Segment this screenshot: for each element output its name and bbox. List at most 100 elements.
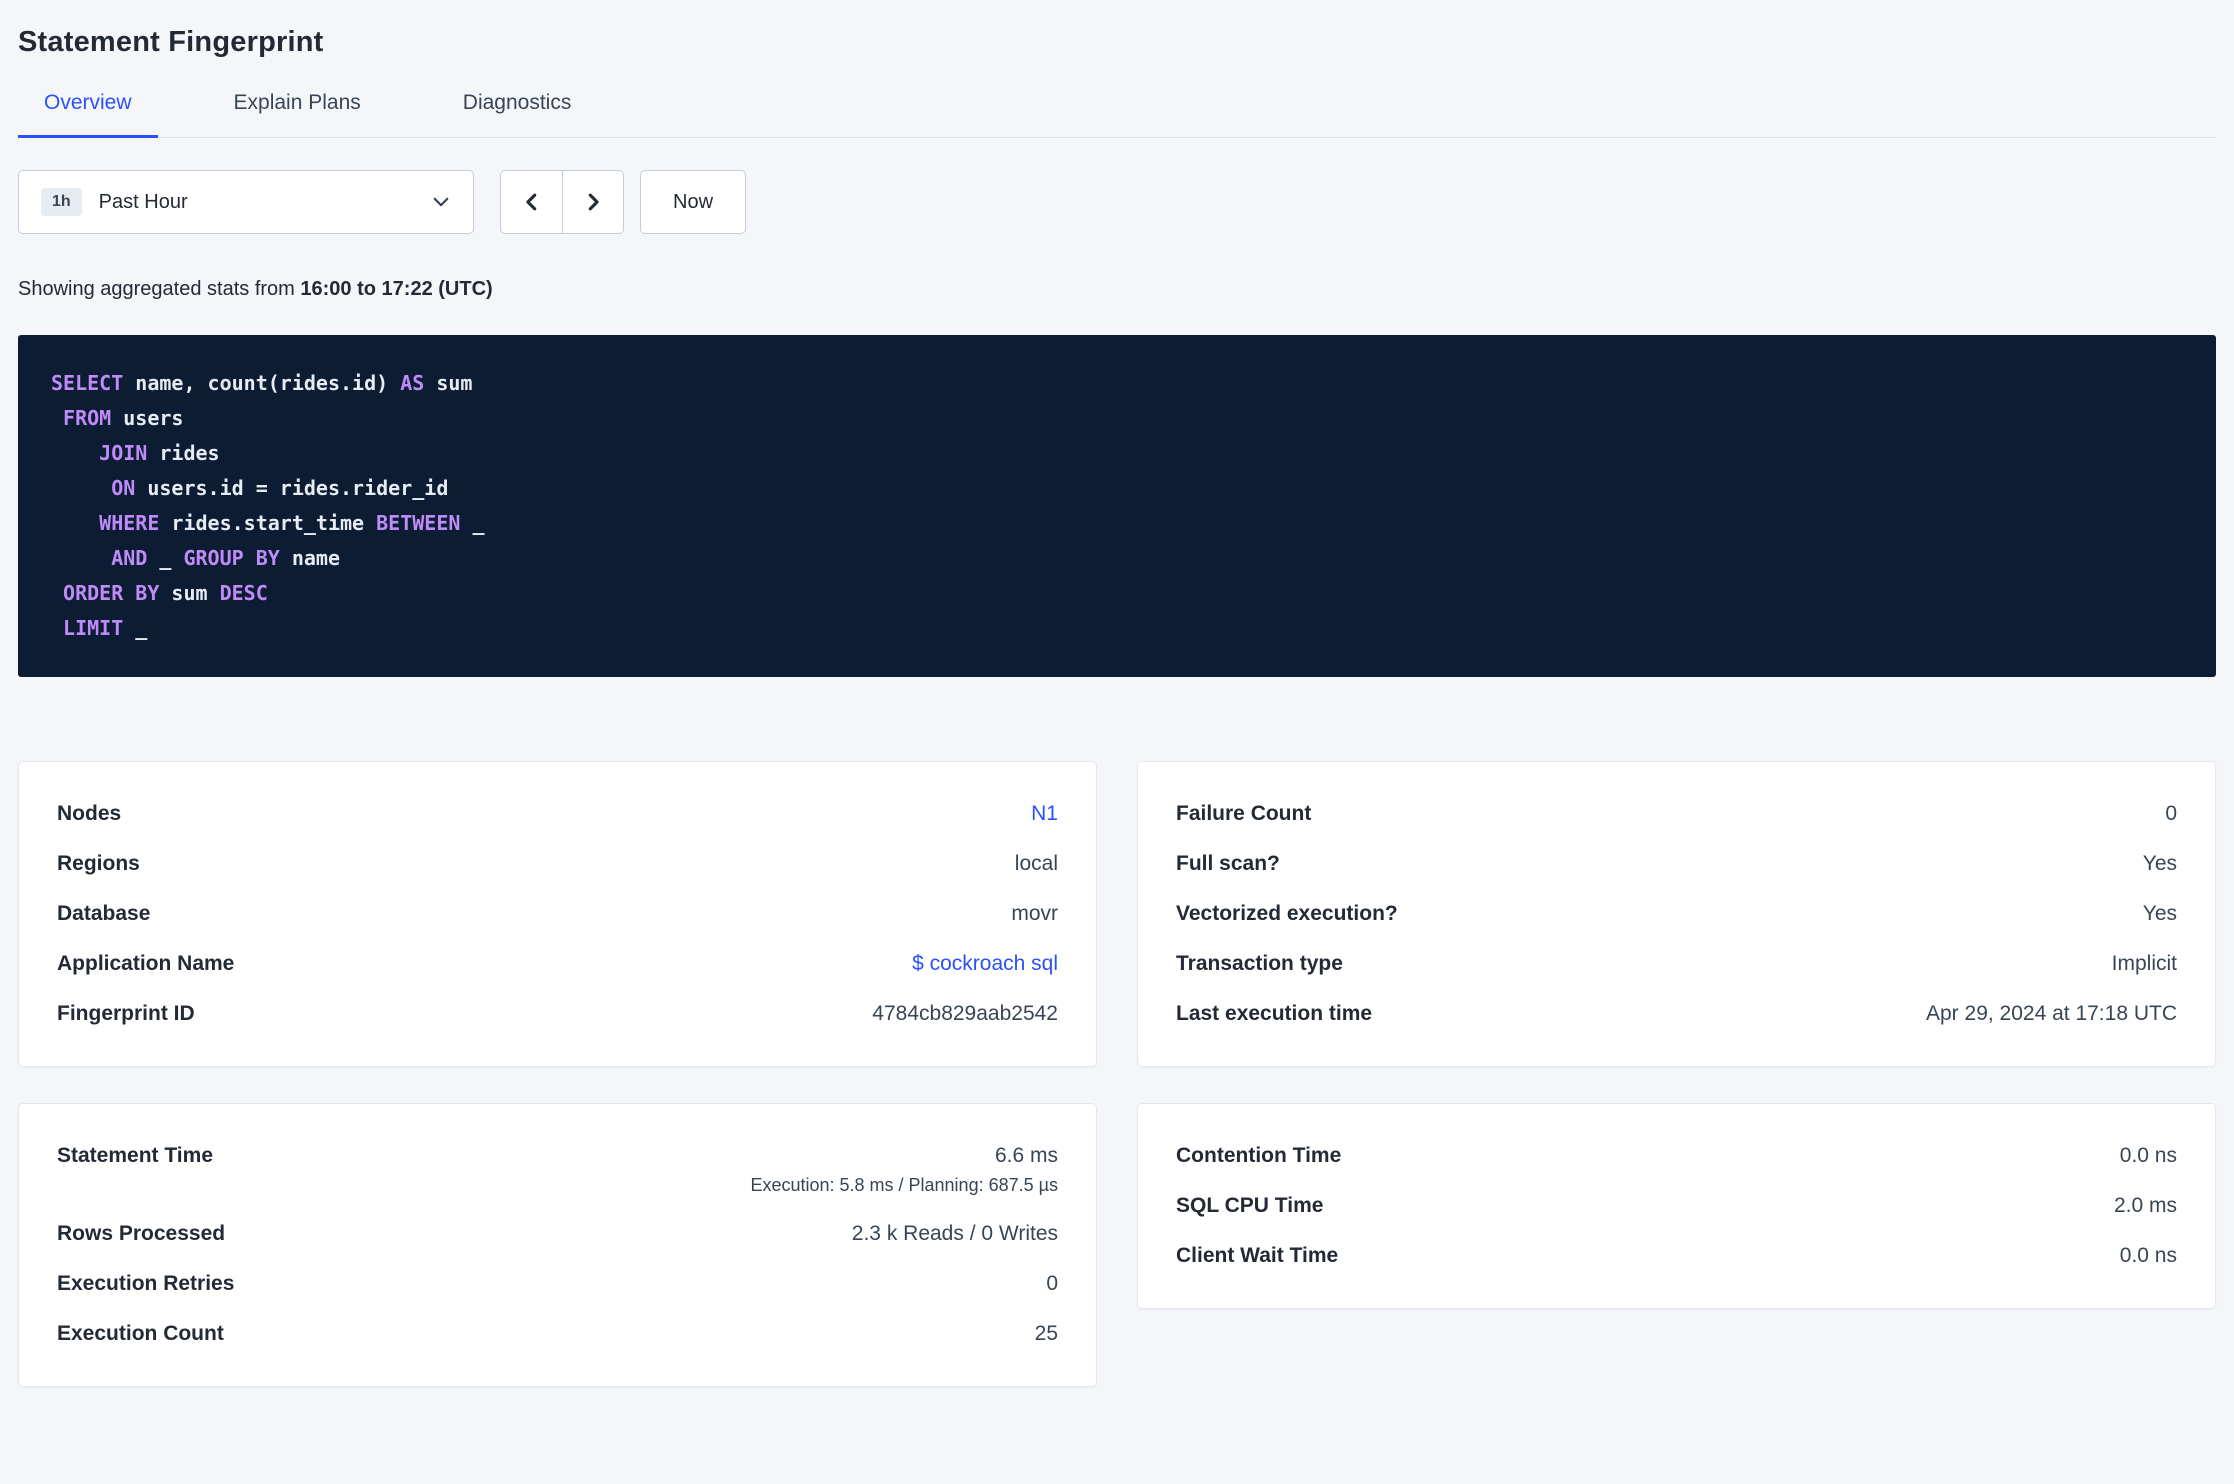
card-row: Execution Retries 0 <box>57 1259 1058 1309</box>
card-row: Full scan? Yes <box>1176 839 2177 889</box>
row-value-link[interactable]: $ cockroach sql <box>912 952 1058 976</box>
row-value: Implicit <box>2112 952 2177 976</box>
card-row: Nodes N1 <box>57 789 1058 839</box>
row-value-text: 2.3 k Reads / 0 Writes <box>851 1222 1058 1245</box>
row-value: 4784cb829aab2542 <box>872 1002 1058 1026</box>
stats-caption: Showing aggregated stats from 16:00 to 1… <box>18 278 2216 301</box>
row-value-text: local <box>1014 852 1058 875</box>
prev-time-range-button[interactable] <box>501 171 562 233</box>
sql-line: SELECT name, count(rides.id) AS sum <box>51 371 473 395</box>
row-value: $ cockroach sql <box>912 952 1058 976</box>
row-label: SQL CPU Time <box>1176 1194 1324 1217</box>
sql-line: AND _ GROUP BY name <box>111 546 341 570</box>
row-label: Contention Time <box>1176 1144 1342 1167</box>
row-value: 0 <box>2165 802 2177 826</box>
time-range-label: Past Hour <box>98 190 188 213</box>
card-row: Last execution time Apr 29, 2024 at 17:18… <box>1176 989 2177 1039</box>
row-label: Application Name <box>57 952 235 975</box>
stats-caption-range: 16:00 to 17:22 (UTC) <box>300 278 493 300</box>
sql-keyword: FROM <box>63 406 112 430</box>
now-button[interactable]: Now <box>640 170 747 234</box>
card-row: Regions local <box>57 839 1058 889</box>
chevron-left-icon <box>525 193 536 211</box>
row-value-text: 4784cb829aab2542 <box>872 1002 1058 1025</box>
row-value: 0.0 ns <box>2120 1144 2177 1168</box>
row-value-text: Yes <box>2142 902 2177 925</box>
statement-fingerprint-page: Statement Fingerprint Overview Explain P… <box>0 26 2234 1387</box>
page-title: Statement Fingerprint <box>18 26 324 58</box>
time-range-dropdown[interactable]: 1h Past Hour <box>18 170 474 234</box>
row-label: Vectorized execution? <box>1176 902 1398 925</box>
row-label: Client Wait Time <box>1176 1244 1339 1267</box>
row-value: Yes <box>2143 852 2177 876</box>
tab-diagnostics[interactable]: Diagnostics <box>437 91 598 138</box>
sql-keyword: LIMIT <box>63 616 124 640</box>
card-row: Execution Count 25 <box>57 1309 1058 1359</box>
sql-keyword: WHERE <box>99 511 160 535</box>
sql-line: ORDER BY sum DESC <box>63 581 268 605</box>
card-row: Vectorized execution? Yes <box>1176 889 2177 939</box>
chevron-right-icon <box>588 193 599 211</box>
row-label: Full scan? <box>1176 852 1280 875</box>
sql-keyword: BETWEEN <box>376 511 461 535</box>
row-value-text: Apr 29, 2024 at 17:18 UTC <box>1926 1002 2177 1025</box>
sql-keyword: JOIN <box>99 441 148 465</box>
row-value-text: 0.0 ns <box>2119 1144 2177 1167</box>
card-statement-timing: Statement Time 6.6 ms Execution: 5.8 ms / … <box>18 1103 1097 1387</box>
card-row: Client Wait Time 0.0 ns <box>1176 1231 2177 1281</box>
row-label: Nodes <box>57 802 122 825</box>
row-value: 2.0 ms <box>2114 1194 2177 1218</box>
row-label: Rows Processed <box>57 1222 226 1245</box>
time-toolbar: 1h Past Hour Now <box>18 170 2216 234</box>
row-label: Execution Retries <box>57 1272 235 1295</box>
card-row: Failure Count 0 <box>1176 789 2177 839</box>
row-label: Statement Time <box>57 1144 213 1167</box>
sql-line: FROM users <box>63 406 184 430</box>
row-value: 2.3 k Reads / 0 Writes <box>852 1222 1058 1246</box>
tab-bar: Overview Explain Plans Diagnostics <box>18 91 2216 138</box>
sql-line: LIMIT _ <box>63 616 148 640</box>
row-value-text: movr <box>1011 902 1058 925</box>
row-value-text: 25 <box>1034 1322 1058 1345</box>
row-value: Yes <box>2143 902 2177 926</box>
card-row: Fingerprint ID 4784cb829aab2542 <box>57 989 1058 1039</box>
tab-overview[interactable]: Overview <box>18 91 158 138</box>
stats-caption-prefix: Showing aggregated stats from <box>18 278 301 300</box>
card-row: SQL CPU Time 2.0 ms <box>1176 1181 2177 1231</box>
card-wait-timing: Contention Time 0.0 ns SQL CPU Time 2.0 ms C… <box>1137 1103 2216 1309</box>
sql-keyword: ORDER BY <box>63 581 160 605</box>
sql-keyword: ON <box>111 476 136 500</box>
card-row: Database movr <box>57 889 1058 939</box>
sql-statement-box: SELECT name, count(rides.id) AS sum FROM… <box>18 335 2216 677</box>
card-row: Contention Time 0.0 ns <box>1176 1131 2177 1181</box>
row-value-text: 0 <box>2165 802 2177 825</box>
card-row: Transaction type Implicit <box>1176 939 2177 989</box>
sql-keyword: SELECT <box>51 371 124 395</box>
time-nav-group <box>500 170 624 234</box>
row-value: N1 <box>1031 802 1058 826</box>
row-value: 0 <box>1046 1272 1058 1296</box>
row-value-text: Implicit <box>2111 952 2177 975</box>
row-label: Transaction type <box>1176 952 1343 975</box>
row-value: movr <box>1011 902 1058 926</box>
row-label: Execution Count <box>57 1322 224 1345</box>
row-label: Regions <box>57 852 140 875</box>
row-value-link[interactable]: N1 <box>1031 802 1058 826</box>
sql-keyword: AS <box>400 371 425 395</box>
row-value: Apr 29, 2024 at 17:18 UTC <box>1926 1002 2177 1026</box>
row-value-text: 0 <box>1046 1272 1058 1295</box>
card-row: Rows Processed 2.3 k Reads / 0 Writes <box>57 1209 1058 1259</box>
chevron-down-icon <box>433 197 449 207</box>
row-label: Database <box>57 902 151 925</box>
row-value: 0.0 ns <box>2120 1244 2177 1268</box>
next-time-range-button[interactable] <box>562 171 623 233</box>
row-value-text: 6.6 ms <box>994 1144 1058 1167</box>
card-statement-details: Nodes N1 Regions local Database movr Applicati… <box>18 761 1097 1067</box>
tab-explain-plans[interactable]: Explain Plans <box>208 91 387 138</box>
time-range-badge: 1h <box>41 188 82 216</box>
sql-keyword: AND <box>111 546 148 570</box>
row-value: 6.6 ms Execution: 5.8 ms / Planning: 687.… <box>750 1144 1058 1196</box>
sql-keyword: DESC <box>219 581 268 605</box>
row-value: local <box>1015 852 1058 876</box>
row-value: 25 <box>1035 1322 1058 1346</box>
